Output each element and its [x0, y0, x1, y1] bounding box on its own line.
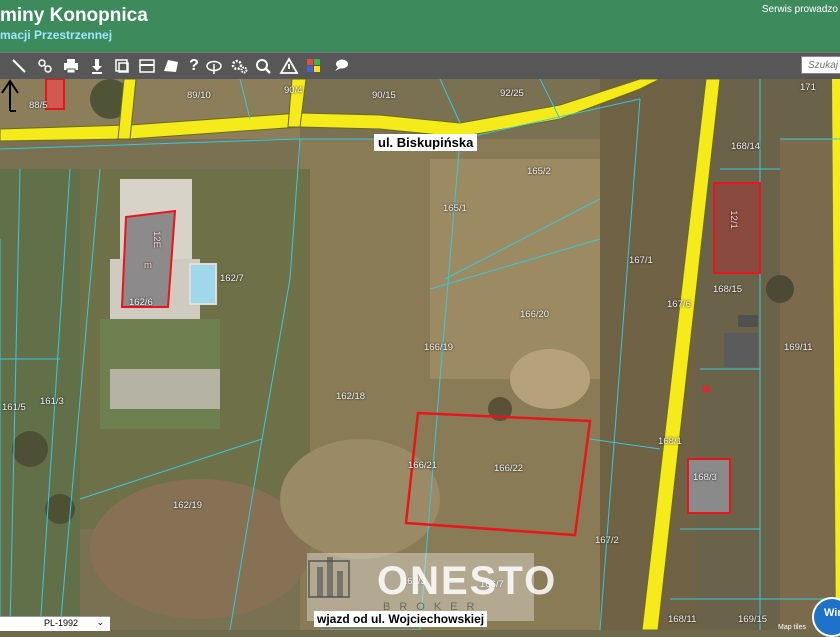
parcel-label: 90/15 — [372, 90, 396, 101]
crs-value: PL-1992 — [44, 618, 79, 628]
app-title: miny Konopnica — [0, 5, 148, 26]
map-canvas — [0, 79, 840, 630]
comment-icon[interactable] — [329, 55, 351, 77]
building-logo-icon — [308, 557, 350, 598]
parcel-label: 168/1 — [658, 436, 682, 447]
crs-selector[interactable]: PL-1992 ⌄ — [0, 616, 110, 631]
parcel-label: 166/20 — [520, 309, 550, 320]
warning-icon[interactable] — [278, 55, 300, 77]
zoom-search-icon[interactable] — [252, 55, 274, 77]
parcel-label: 162/6 — [129, 297, 153, 308]
orthophoto-map[interactable]: 88/5 89/10 90/4 90/15 92/25 171 165/2 16… — [0, 79, 840, 630]
upload-cloud-icon[interactable] — [203, 55, 225, 77]
toolbar: ? — [0, 52, 840, 80]
parcel-label: 162/19 — [173, 500, 203, 511]
parcel-label: 88/5 — [29, 100, 48, 111]
parcel-label: 162/18 — [336, 391, 366, 402]
settings-icon[interactable] — [228, 55, 250, 77]
parcel-label: 166/21 — [408, 460, 438, 471]
chevron-down-icon[interactable]: ⌄ — [96, 617, 104, 628]
parcel-label: 168/3 — [693, 472, 717, 483]
building-number: 12/1 — [727, 210, 739, 229]
parcel-label: 161/3 — [40, 396, 64, 407]
parcel-label: 166/22 — [494, 463, 524, 474]
building-mark: m — [144, 260, 152, 271]
app-subtitle: macji Przestrzennej — [0, 28, 113, 42]
parcel-label: 90/4 — [284, 85, 303, 96]
parcel-label: 168/11 — [668, 614, 697, 625]
arrow-up-icon — [1, 79, 19, 112]
parcel-label: 92/25 — [500, 88, 524, 99]
parcel-label: 161/5 — [2, 402, 26, 413]
watermark-name: ONESTO — [377, 559, 558, 603]
parcel-label: 169/11 — [784, 342, 813, 353]
layers-icon[interactable] — [111, 55, 133, 77]
table-icon[interactable] — [136, 55, 158, 77]
parcel-label: 89/10 — [187, 90, 211, 101]
parcel-label: 162/7 — [220, 273, 244, 284]
parcel-label: 166/19 — [424, 342, 454, 353]
service-link[interactable]: Serwis prowadzo — [762, 4, 838, 15]
shape-icon[interactable] — [160, 55, 182, 77]
parcel-label: 167/6 — [667, 299, 691, 310]
access-label: wjazd od ul. Wojciechowskiej — [314, 611, 488, 627]
building-number: 12E — [150, 231, 162, 248]
parcel-label: 168/15 — [713, 284, 743, 295]
color-grid-icon[interactable] — [303, 55, 325, 77]
parcel-label: 169/15 — [738, 614, 768, 625]
parcel-label: 165/2 — [527, 166, 551, 177]
parcel-label: 165/1 — [443, 203, 467, 214]
search-input[interactable] — [801, 56, 840, 74]
measure-line-icon[interactable] — [8, 55, 30, 77]
window-button[interactable]: Win — [812, 597, 840, 637]
parcel-label: 167/1 — [629, 255, 653, 266]
parcel-label: 171 — [800, 82, 816, 93]
app-header: miny Konopnica macji Przestrzennej Serwi… — [0, 0, 840, 52]
parcel-label: 168/14 — [731, 141, 761, 152]
link-icon[interactable] — [34, 55, 56, 77]
street-label: ul. Biskupińska — [374, 134, 478, 151]
parcel-label: 167/2 — [595, 535, 619, 546]
print-icon[interactable] — [60, 55, 82, 77]
help-icon[interactable]: ? — [183, 55, 205, 77]
download-icon[interactable] — [86, 55, 108, 77]
